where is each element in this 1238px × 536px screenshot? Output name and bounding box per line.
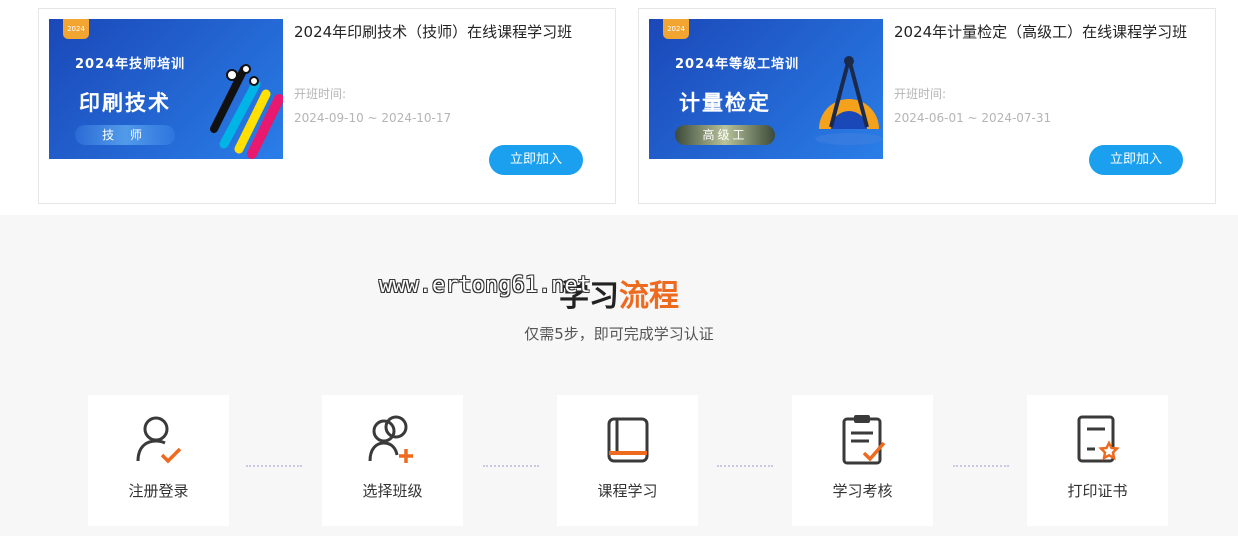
heading-accent: 流程: [619, 279, 679, 314]
step-course-study[interactable]: 课程学习: [557, 395, 698, 526]
period-label: 开班时间:: [294, 87, 347, 101]
watermark: www.ertong61.net: [379, 273, 591, 298]
users-add-icon: [368, 415, 413, 463]
course-card[interactable]: 2024 2024年技师培训 印刷技术 技 师 2024年印刷技术（技师）在线课…: [38, 8, 616, 204]
user-check-icon: [136, 416, 182, 464]
certificate-icon: [1077, 415, 1120, 463]
course-thumbnail[interactable]: 2024 2024年技师培训 印刷技术 技 师: [49, 19, 283, 159]
step-label: 打印证书: [1067, 482, 1128, 500]
step-assessment[interactable]: 学习考核: [792, 395, 933, 526]
step-connector: [483, 465, 539, 467]
thumb-level: 高级工: [675, 125, 775, 145]
step-connector: [246, 465, 302, 467]
learning-process-section: 学习流程 www.ertong61.net 仅需5步，即可完成学习认证 注册登录…: [0, 215, 1238, 536]
step-label: 学习考核: [832, 482, 893, 500]
book-icon: [607, 417, 649, 463]
thumb-title: 计量检定: [679, 91, 771, 115]
course-title[interactable]: 2024年印刷技术（技师）在线课程学习班: [294, 21, 572, 42]
year-badge: 2024: [663, 19, 689, 39]
course-period: 2024-09-10 ~ 2024-10-17: [294, 111, 452, 125]
step-connector: [953, 465, 1009, 467]
year-badge: 2024: [63, 19, 89, 39]
thumb-title: 印刷技术: [79, 91, 171, 115]
thumb-level: 技 师: [75, 125, 175, 145]
course-thumbnail[interactable]: 2024 2024年等级工培训 计量检定 高级工: [649, 19, 883, 159]
step-register[interactable]: 注册登录: [88, 395, 229, 526]
clipboard-check-icon: [842, 415, 886, 465]
join-button[interactable]: 立即加入: [1089, 145, 1183, 175]
course-period: 2024-06-01 ~ 2024-07-31: [894, 111, 1052, 125]
period-label: 开班时间:: [894, 87, 947, 101]
course-card[interactable]: 2024 2024年等级工培训 计量检定 高级工 2024年计量检定（高级工）在…: [638, 8, 1216, 204]
step-label: 选择班级: [362, 482, 423, 500]
thumb-subtitle: 2024年技师培训: [75, 57, 186, 72]
thumb-subtitle: 2024年等级工培训: [675, 57, 800, 72]
section-heading: 学习流程: [0, 271, 1238, 315]
step-print-certificate[interactable]: 打印证书: [1027, 395, 1168, 526]
step-label: 课程学习: [597, 482, 658, 500]
step-label: 注册登录: [128, 482, 189, 500]
step-select-class[interactable]: 选择班级: [322, 395, 463, 526]
join-button[interactable]: 立即加入: [489, 145, 583, 175]
course-title[interactable]: 2024年计量检定（高级工）在线课程学习班: [894, 21, 1187, 42]
printing-art-icon: [210, 64, 283, 159]
course-list: 2024 2024年技师培训 印刷技术 技 师 2024年印刷技术（技师）在线课…: [0, 0, 1238, 215]
compass-ruler-icon: [815, 56, 883, 145]
step-connector: [717, 465, 773, 467]
section-subtitle: 仅需5步，即可完成学习认证: [524, 325, 714, 343]
